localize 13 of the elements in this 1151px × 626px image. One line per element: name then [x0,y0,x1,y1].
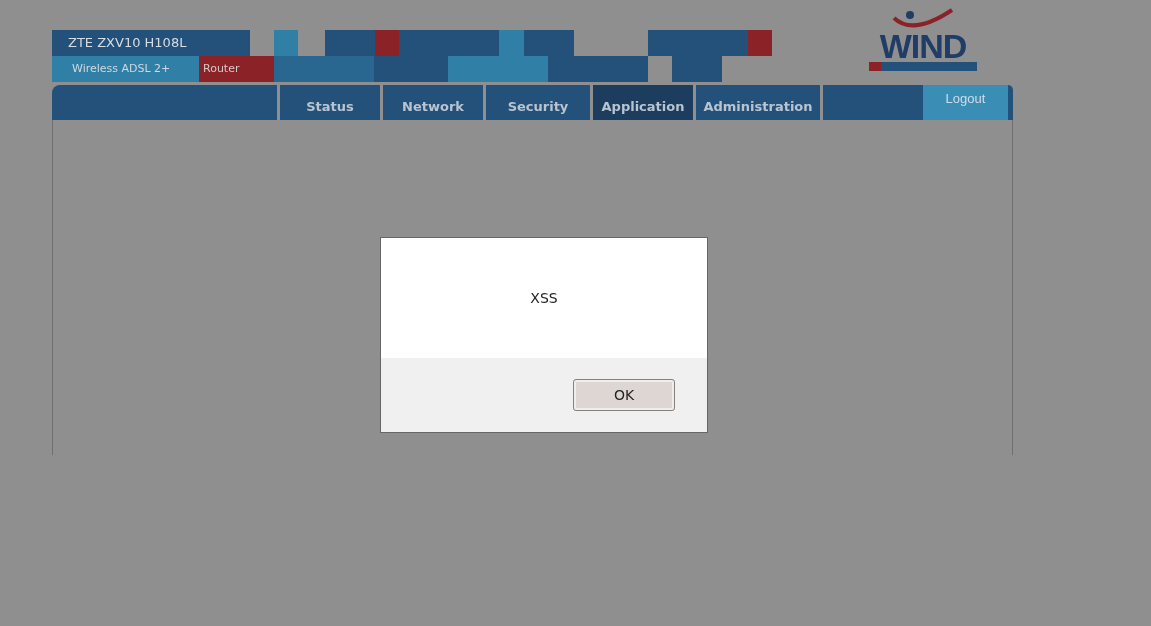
logout-button[interactable]: Logout [923,85,1008,120]
product-subtitle: Wireless ADSL 2+ [71,61,172,77]
logo-text: WIND [879,30,967,62]
tagline-bar-icon [869,62,977,71]
nav-tab[interactable]: Administration [696,85,820,120]
ok-button[interactable]: OK [573,379,675,411]
product-subtitle-highlight: Router [199,56,274,82]
nav-tab[interactable]: Application [593,85,693,120]
product-title: ZTE ZXV10 H108L [52,30,250,56]
nav-tab[interactable]: Status [280,85,380,120]
nav-tab[interactable]: Network [383,85,483,120]
alert-message: XSS [530,290,558,306]
nav-tab[interactable]: Security [486,85,590,120]
